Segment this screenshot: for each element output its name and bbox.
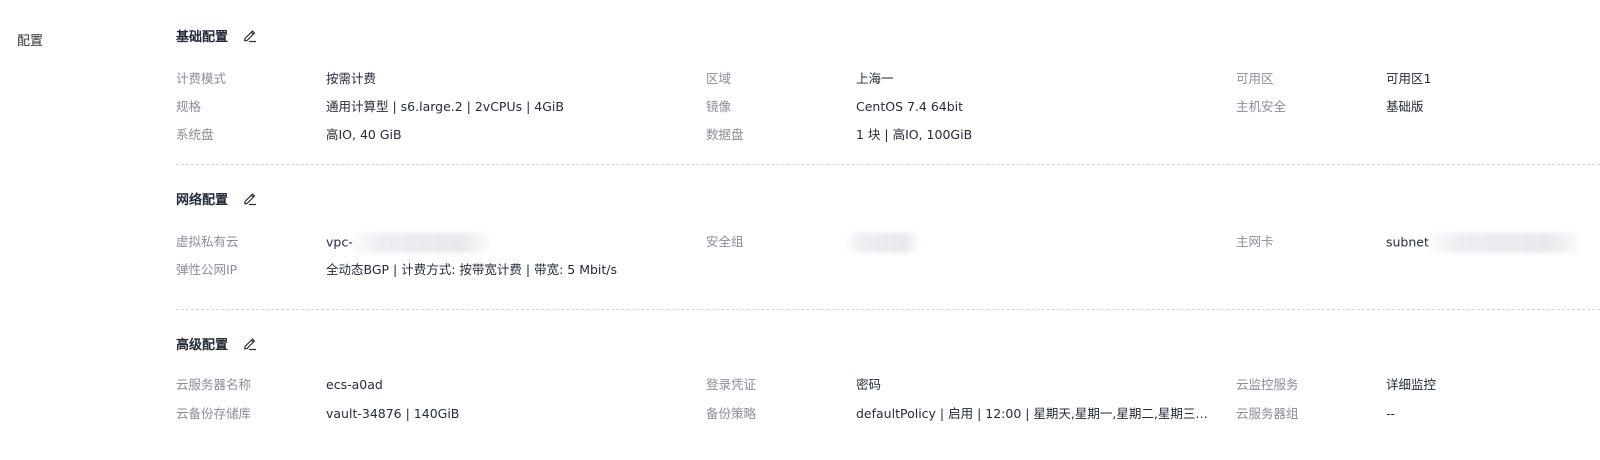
section-divider bbox=[176, 164, 1600, 165]
backup-vault-label: 云备份存储库 bbox=[176, 406, 252, 421]
basic-row-1: 计费模式 按需计费 区域 上海一 可用区 可用区1 bbox=[176, 70, 1600, 88]
system-disk-label: 系统盘 bbox=[176, 127, 214, 142]
backup-policy-value: defaultPolicy | 启用 | 12:00 | 星期天,星期一,星期二… bbox=[856, 406, 1211, 421]
redacted-blur bbox=[353, 233, 489, 253]
flavor-label: 规格 bbox=[176, 99, 202, 114]
data-disk-value: 1 块 | 高IO, 100GiB bbox=[856, 127, 973, 142]
eip-value: 全动态BGP | 计费方式: 按带宽计费 | 带宽: 5 Mbit/s bbox=[326, 262, 618, 277]
az-label: 可用区 bbox=[1236, 71, 1274, 86]
network-config-title: 网络配置 bbox=[176, 192, 229, 208]
server-name-label: 云服务器名称 bbox=[176, 377, 252, 392]
billing-mode-value: 按需计费 bbox=[326, 71, 377, 86]
security-group-label: 安全组 bbox=[706, 234, 744, 249]
network-row-1: 虚拟私有云 vpc- 安全组 主网卡 subnet bbox=[176, 233, 1600, 253]
backup-policy-label: 备份策略 bbox=[706, 406, 757, 421]
vpc-value-text: vpc- bbox=[326, 234, 353, 250]
edit-icon[interactable] bbox=[242, 190, 258, 206]
network-row-2: 弹性公网IP 全动态BGP | 计费方式: 按带宽计费 | 带宽: 5 Mbit… bbox=[176, 261, 1600, 279]
advanced-config-header: 高级配置 bbox=[176, 333, 258, 353]
host-security-value: 基础版 bbox=[1386, 99, 1424, 114]
advanced-config-title: 高级配置 bbox=[176, 337, 229, 353]
basic-config-title: 基础配置 bbox=[176, 29, 229, 45]
vpc-label: 虚拟私有云 bbox=[176, 234, 239, 249]
advanced-row-1: 云服务器名称 ecs-a0ad 登录凭证 密码 云监控服务 详细监控 bbox=[176, 376, 1600, 394]
edit-icon[interactable] bbox=[242, 335, 258, 351]
login-credential-label: 登录凭证 bbox=[706, 377, 757, 392]
region-label: 区域 bbox=[706, 71, 732, 86]
config-panel: 配置 基础配置 计费模式 按需计费 区域 上海一 可用区 可用区1 规格 通用计… bbox=[0, 0, 1600, 460]
eip-label: 弹性公网IP bbox=[176, 262, 238, 277]
redacted-blur bbox=[848, 233, 918, 253]
network-config-header: 网络配置 bbox=[176, 188, 258, 208]
image-label: 镜像 bbox=[706, 99, 732, 114]
advanced-row-2: 云备份存储库 vault-34876 | 140GiB 备份策略 default… bbox=[176, 405, 1600, 423]
backup-vault-value: vault-34876 | 140GiB bbox=[326, 406, 460, 421]
security-group-value[interactable] bbox=[848, 233, 918, 253]
cloud-monitor-value: 详细监控 bbox=[1386, 377, 1437, 392]
server-name-value: ecs-a0ad bbox=[326, 377, 383, 392]
basic-config-header: 基础配置 bbox=[176, 25, 258, 45]
system-disk-value: 高IO, 40 GiB bbox=[326, 127, 402, 142]
basic-row-3: 系统盘 高IO, 40 GiB 数据盘 1 块 | 高IO, 100GiB bbox=[176, 126, 1600, 144]
billing-mode-label: 计费模式 bbox=[176, 71, 227, 86]
vpc-value[interactable]: vpc- bbox=[326, 233, 489, 253]
region-value: 上海一 bbox=[856, 71, 894, 86]
cloud-monitor-label: 云监控服务 bbox=[1236, 377, 1299, 392]
server-group-label: 云服务器组 bbox=[1236, 406, 1299, 421]
primary-nic-value-text: subnet bbox=[1386, 234, 1429, 250]
basic-row-2: 规格 通用计算型 | s6.large.2 | 2vCPUs | 4GiB 镜像… bbox=[176, 98, 1600, 116]
primary-nic-label: 主网卡 bbox=[1236, 234, 1274, 249]
login-credential-value: 密码 bbox=[856, 377, 882, 392]
host-security-label: 主机安全 bbox=[1236, 99, 1287, 114]
primary-nic-value[interactable]: subnet bbox=[1386, 233, 1580, 253]
page-title: 配置 bbox=[17, 34, 44, 49]
redacted-blur bbox=[1429, 233, 1580, 253]
data-disk-label: 数据盘 bbox=[706, 127, 744, 142]
az-value: 可用区1 bbox=[1386, 71, 1432, 86]
flavor-value: 通用计算型 | s6.large.2 | 2vCPUs | 4GiB bbox=[326, 99, 564, 114]
edit-icon[interactable] bbox=[242, 27, 258, 43]
server-group-value: -- bbox=[1386, 406, 1396, 421]
section-divider bbox=[176, 309, 1600, 310]
image-value: CentOS 7.4 64bit bbox=[856, 99, 964, 114]
